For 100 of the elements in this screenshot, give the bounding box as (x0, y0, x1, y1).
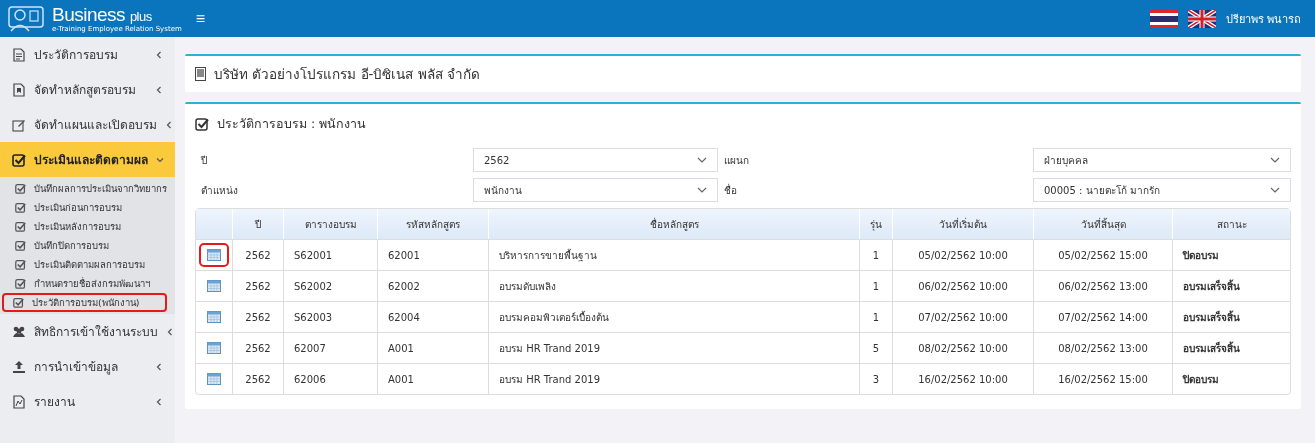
table-cell: 07/02/2562 10:00 (892, 301, 1033, 332)
filter-dropdown[interactable]: ฝ่ายบุคคล (1033, 148, 1291, 172)
column-header: สถานะ (1172, 209, 1290, 239)
chevron-left-icon (155, 397, 163, 406)
user-name[interactable]: ปรียาพร พนารถ (1225, 9, 1301, 28)
edit-icon (12, 117, 26, 132)
submenu-item[interactable]: กำหนดรายชื่อส่งกรมพัฒนาฯ (0, 274, 173, 293)
sidebar-item[interactable]: สิทธิการเข้าใช้งานระบบ (0, 314, 175, 349)
checkbox-icon (15, 221, 26, 232)
column-header: รุ่น (859, 209, 892, 239)
upload-icon (12, 359, 26, 374)
thai-flag-icon[interactable] (1149, 9, 1178, 28)
filter-dropdown[interactable]: 2562 (473, 148, 718, 172)
column-header: วันที่เริ่มต้น (892, 209, 1033, 239)
chevron-down-icon (156, 155, 164, 164)
checkbox-icon (15, 183, 26, 194)
chevron-left-icon (155, 362, 163, 371)
chevron-left-icon (155, 85, 163, 94)
submenu-item[interactable]: ประเมินก่อนการอบรม (0, 198, 173, 217)
filter-label: ตำแหน่ง (200, 183, 239, 198)
table-cell: 05/02/2562 10:00 (892, 239, 1033, 270)
checkbox-icon (195, 117, 209, 131)
checkbox-icon (12, 152, 26, 167)
submenu-item[interactable]: ประวัติการอบรม(พนักงาน) (2, 293, 167, 312)
table-cell: 62001 (377, 239, 488, 270)
filter-label: ปี (199, 153, 208, 168)
chevron-down-icon (697, 187, 707, 193)
checkbox-icon (15, 278, 26, 289)
table-cell: 2562 (232, 332, 283, 363)
book-icon (12, 82, 26, 97)
table-cell: 07/02/2562 14:00 (1033, 301, 1172, 332)
table-cell: 16/02/2562 10:00 (892, 363, 1033, 394)
table-cell: 08/02/2562 13:00 (1033, 332, 1172, 363)
brand-name: Business plus (52, 4, 153, 24)
calendar-icon (207, 373, 221, 385)
submenu-item[interactable]: ประเมินติดตามผลการอบรม (0, 255, 173, 274)
table-cell: 2562 (232, 301, 283, 332)
table-cell: 3 (859, 363, 892, 394)
table-cell: อบรมเสร็จสิ้น (1172, 301, 1290, 332)
uk-flag-icon[interactable] (1187, 9, 1216, 28)
table-header (196, 209, 232, 239)
calendar-icon (207, 280, 221, 292)
filter-dropdown[interactable]: พนักงาน (473, 178, 718, 202)
building-icon (195, 67, 206, 81)
document-icon (12, 47, 26, 62)
table-cell: 2562 (232, 239, 283, 270)
chevron-down-icon (1270, 187, 1280, 193)
calendar-icon (207, 249, 221, 261)
table-cell: อบรมคอมพิวเตอร์เบื้องต้น (488, 301, 859, 332)
column-header: ชื่อหลักสูตร (488, 209, 859, 239)
logo-icon (8, 5, 44, 32)
table-cell: S62001 (283, 239, 377, 270)
table-cell: 62004 (377, 301, 488, 332)
table-cell: 16/02/2562 15:00 (1033, 363, 1172, 394)
sidebar-item[interactable]: ประเมินและติดตามผล (0, 142, 175, 177)
sidebar-item[interactable]: จัดทำหลักสูตรอบรม (0, 72, 175, 107)
company-title: บริษัท ตัวอย่างโปรแกรม อี-บิซิเนส พลัส จำกัด (214, 65, 481, 84)
table-cell: 05/02/2562 15:00 (1033, 239, 1172, 270)
view-button[interactable] (199, 243, 229, 267)
table-cell: 06/02/2562 13:00 (1033, 270, 1172, 301)
chevron-left-icon (165, 120, 173, 129)
table-cell: 2562 (232, 270, 283, 301)
report-icon (12, 394, 26, 409)
table-cell: อบรมเสร็จสิ้น (1172, 270, 1290, 301)
submenu-item[interactable]: บันทึกผลการประเมินจากวิทยากร (0, 179, 173, 198)
table-cell: 1 (859, 301, 892, 332)
table-cell: S62003 (283, 301, 377, 332)
table-cell: อบรมดับเพลิง (488, 270, 859, 301)
calendar-icon (207, 342, 221, 354)
checkbox-icon (13, 297, 24, 308)
panel-title: ประวัติการอบรม : พนักงาน (217, 115, 367, 133)
table-cell: อบรม HR Trand 2019 (488, 332, 859, 363)
sidebar-item[interactable]: จัดทำแผนและเปิดอบรม (0, 107, 175, 142)
filter-dropdown[interactable]: 00005 : นายตะโก้ มากรัก (1033, 178, 1291, 202)
table-cell: ปิดอบรม (1172, 239, 1290, 270)
table-cell: 2562 (232, 363, 283, 394)
table-cell: ปิดอบรม (1172, 363, 1290, 394)
table-cell: 62006 (283, 363, 377, 394)
menu-button[interactable]: ≡ (191, 9, 210, 28)
checkbox-icon (15, 240, 26, 251)
table-cell: 08/02/2562 10:00 (892, 332, 1033, 363)
filter-label: ชื่อ (723, 182, 738, 198)
table-cell: 06/02/2562 10:00 (892, 270, 1033, 301)
sidebar-item[interactable]: การนำเข้าข้อมูล (0, 349, 175, 384)
table-cell: A001 (377, 363, 488, 394)
table-cell: A001 (377, 332, 488, 363)
column-header: ปี (232, 209, 283, 239)
checkbox-icon (15, 259, 26, 270)
chevron-left-icon (166, 327, 174, 336)
table-cell: 62002 (377, 270, 488, 301)
chevron-left-icon (155, 50, 163, 59)
sidebar-item[interactable]: ประวัติการอบรม (0, 37, 175, 72)
users-icon (12, 324, 26, 339)
sidebar-item[interactable]: รายงาน (0, 384, 175, 419)
table-cell: 62007 (283, 332, 377, 363)
table-cell: อบรม HR Trand 2019 (488, 363, 859, 394)
submenu-item[interactable]: ประเมินหลังการอบรม (0, 217, 173, 236)
column-header: ตารางอบรม (283, 209, 377, 239)
calendar-icon (207, 311, 221, 323)
submenu-item[interactable]: บันทึกปิดการอบรม (0, 236, 173, 255)
